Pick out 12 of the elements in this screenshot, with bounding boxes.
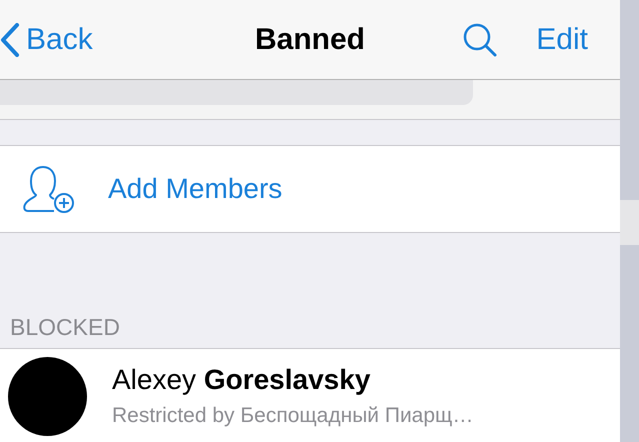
section-header: BLOCKED [10, 314, 120, 340]
search-field[interactable] [0, 80, 473, 105]
screen-title: Banned [254, 22, 365, 56]
back-button[interactable]: Back [0, 22, 93, 56]
member-name: Alexey Goreslavsky [112, 364, 372, 396]
chevron-left-icon [0, 22, 20, 56]
search-icon [462, 22, 498, 58]
add-members-button[interactable]: Add Members [0, 146, 620, 233]
member-status: Restricted by Беспощадный Пиарщ… [112, 404, 474, 428]
search-button[interactable] [462, 22, 498, 58]
member-row[interactable]: Alexey Goreslavsky Restricted by Беспощадный Пиарщ… [0, 349, 620, 442]
edit-button[interactable]: Edit [536, 22, 588, 56]
